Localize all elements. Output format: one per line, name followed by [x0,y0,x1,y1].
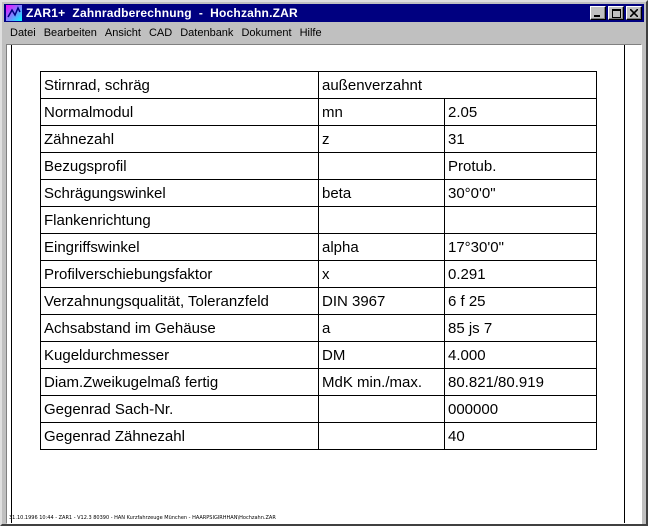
row-value: 40 [444,422,597,450]
row-label: Verzahnungsqualität, Toleranzfeld [40,287,319,315]
menu-item-dokument[interactable]: Dokument [237,27,295,39]
table-row: Schrägungswinkel beta 30°0'0" [40,179,597,207]
row-value: 0.291 [444,260,597,288]
row-value: 2.05 [444,98,597,126]
row-label: Normalmodul [40,98,319,126]
menu-item-datei[interactable]: Datei [4,27,40,39]
row-label: Gegenrad Zähnezahl [40,422,319,450]
menu-item-cad[interactable]: CAD [145,27,176,39]
row-label: Flankenrichtung [40,206,319,234]
table-row: Flankenrichtung [40,206,597,234]
footer-info: 31.10.1996 10:44 - ZAR1 - V12.3 80390 - … [9,515,276,521]
row-label: Diam.Zweikugelmaß fertig [40,368,319,396]
table-row: Profilverschiebungsfaktor x 0.291 [40,260,597,288]
row-symbol: DIN 3967 [318,287,445,315]
menu-bar: Datei Bearbeiten Ansicht CAD Datenbank Dokume… [4,24,644,42]
table-header-row: Stirnrad, schräg außenverzahnt [40,71,597,99]
row-value: 85 js 7 [444,314,597,342]
table-row: Bezugsprofil Protub. [40,152,597,180]
row-symbol [318,422,445,450]
row-value: 80.821/80.919 [444,368,597,396]
minimize-icon [594,15,600,17]
table-row: Eingriffswinkel alpha 17°30'0" [40,233,597,261]
table-row: Diam.Zweikugelmaß fertig MdK min./max. 80.… [40,368,597,396]
row-label: Eingriffswinkel [40,233,319,261]
row-label: Zähnezahl [40,125,319,153]
gear-toothing-cell: außenverzahnt [318,71,597,99]
table-row: Kugeldurchmesser DM 4.000 [40,341,597,369]
row-symbol: z [318,125,445,153]
row-symbol [318,152,445,180]
row-label: Schrägungswinkel [40,179,319,207]
row-value: 30°0'0" [444,179,597,207]
row-value [444,206,597,234]
document-page: Stirnrad, schräg außenverzahnt Normalmod… [11,45,625,523]
row-symbol: x [318,260,445,288]
row-label: Gegenrad Sach-Nr. [40,395,319,423]
row-symbol: mn [318,98,445,126]
row-symbol [318,206,445,234]
title-bar[interactable]: ZAR1+ Zahnradberechnung - Hochzahn.ZAR [4,4,644,22]
row-symbol: beta [318,179,445,207]
row-label: Bezugsprofil [40,152,319,180]
table-row: Gegenrad Zähnezahl 40 [40,422,597,450]
gear-type-cell: Stirnrad, schräg [40,71,319,99]
row-symbol [318,395,445,423]
row-symbol: alpha [318,233,445,261]
application-window: ZAR1+ Zahnradberechnung - Hochzahn.ZAR D… [0,0,648,526]
document-area[interactable]: Stirnrad, schräg außenverzahnt Normalmod… [6,44,642,524]
row-value: 000000 [444,395,597,423]
row-label: Profilverschiebungsfaktor [40,260,319,288]
menu-item-hilfe[interactable]: Hilfe [296,27,326,39]
row-value: Protub. [444,152,597,180]
row-symbol: MdK min./max. [318,368,445,396]
row-value: 31 [444,125,597,153]
gear-app-icon[interactable] [6,5,22,21]
minimize-button[interactable] [590,6,606,20]
row-value: 4.000 [444,341,597,369]
maximize-icon [611,8,621,18]
row-value: 17°30'0" [444,233,597,261]
row-label: Achsabstand im Gehäuse [40,314,319,342]
table-row: Normalmodul mn 2.05 [40,98,597,126]
gear-data-table: Stirnrad, schräg außenverzahnt Normalmod… [40,71,597,450]
row-symbol: a [318,314,445,342]
table-row: Verzahnungsqualität, Toleranzfeld DIN 396… [40,287,597,315]
menu-item-datenbank[interactable]: Datenbank [176,27,237,39]
table-row: Gegenrad Sach-Nr. 000000 [40,395,597,423]
table-row: Achsabstand im Gehäuse a 85 js 7 [40,314,597,342]
close-icon [630,9,638,17]
row-label: Kugeldurchmesser [40,341,319,369]
menu-item-bearbeiten[interactable]: Bearbeiten [40,27,101,39]
row-value: 6 f 25 [444,287,597,315]
close-button[interactable] [626,6,642,20]
window-title: ZAR1+ Zahnradberechnung - Hochzahn.ZAR [26,6,298,20]
row-symbol: DM [318,341,445,369]
table-row: Zähnezahl z 31 [40,125,597,153]
maximize-button[interactable] [608,6,624,20]
menu-item-ansicht[interactable]: Ansicht [101,27,145,39]
